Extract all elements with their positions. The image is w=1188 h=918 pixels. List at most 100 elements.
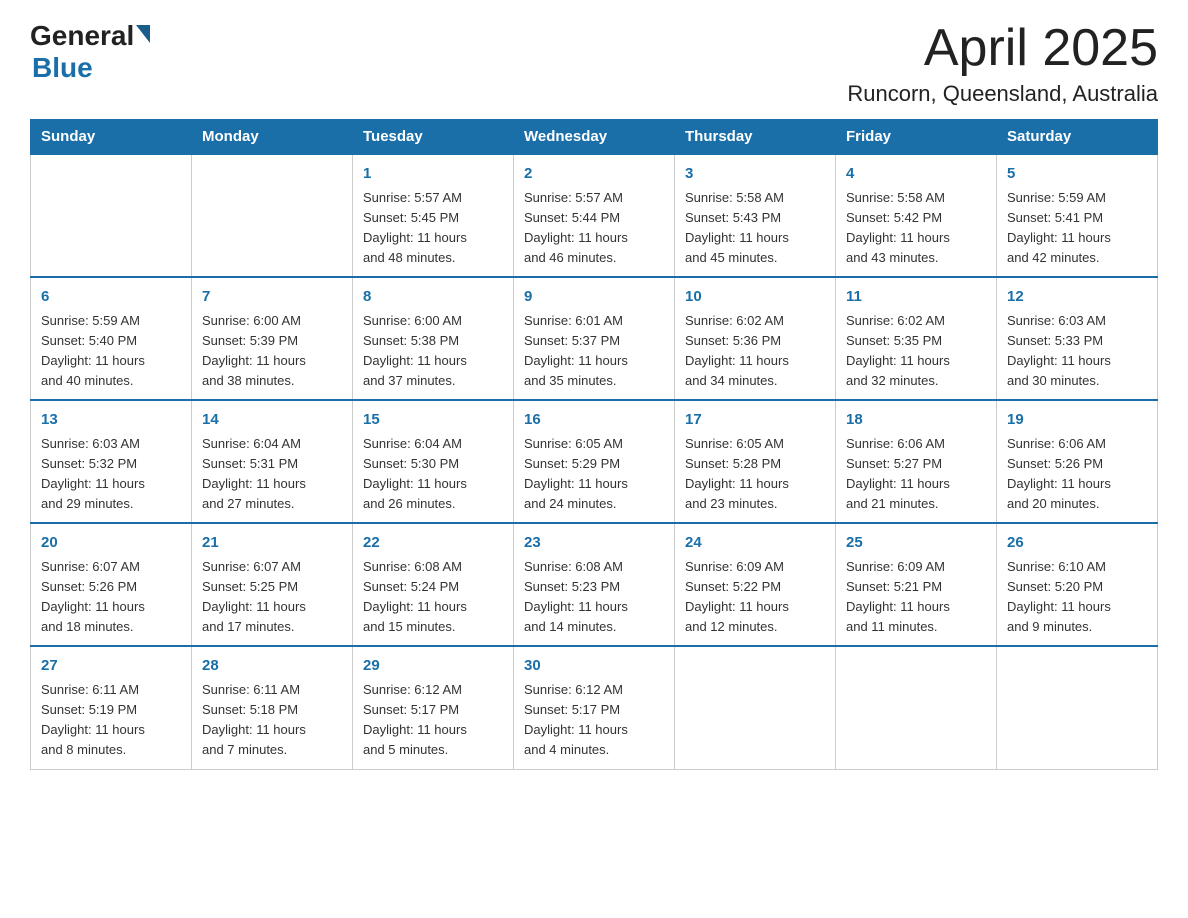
day-number: 26 [1007,532,1147,555]
day-number: 29 [363,655,503,678]
day-info: Sunrise: 5:57 AM Sunset: 5:45 PM Dayligh… [363,188,503,269]
day-info: Sunrise: 6:03 AM Sunset: 5:32 PM Dayligh… [41,434,181,515]
calendar-cell [836,646,997,769]
column-header-sunday: Sunday [31,120,192,155]
day-number: 11 [846,286,986,309]
day-info: Sunrise: 5:59 AM Sunset: 5:40 PM Dayligh… [41,311,181,392]
day-number: 13 [41,409,181,432]
day-info: Sunrise: 5:59 AM Sunset: 5:41 PM Dayligh… [1007,188,1147,269]
calendar-cell: 5Sunrise: 5:59 AM Sunset: 5:41 PM Daylig… [997,154,1158,277]
column-header-thursday: Thursday [675,120,836,155]
day-number: 7 [202,286,342,309]
day-info: Sunrise: 6:11 AM Sunset: 5:19 PM Dayligh… [41,680,181,761]
column-header-wednesday: Wednesday [514,120,675,155]
calendar-cell: 18Sunrise: 6:06 AM Sunset: 5:27 PM Dayli… [836,400,997,523]
day-info: Sunrise: 6:09 AM Sunset: 5:22 PM Dayligh… [685,557,825,638]
day-info: Sunrise: 6:04 AM Sunset: 5:31 PM Dayligh… [202,434,342,515]
page-subtitle: Runcorn, Queensland, Australia [847,81,1158,107]
day-number: 16 [524,409,664,432]
calendar-cell: 13Sunrise: 6:03 AM Sunset: 5:32 PM Dayli… [31,400,192,523]
day-number: 20 [41,532,181,555]
day-number: 2 [524,163,664,186]
calendar-cell: 24Sunrise: 6:09 AM Sunset: 5:22 PM Dayli… [675,523,836,646]
day-info: Sunrise: 6:00 AM Sunset: 5:39 PM Dayligh… [202,311,342,392]
calendar-cell: 29Sunrise: 6:12 AM Sunset: 5:17 PM Dayli… [353,646,514,769]
day-number: 12 [1007,286,1147,309]
calendar-cell: 15Sunrise: 6:04 AM Sunset: 5:30 PM Dayli… [353,400,514,523]
page-header: General Blue April 2025 Runcorn, Queensl… [30,20,1158,107]
calendar-cell: 23Sunrise: 6:08 AM Sunset: 5:23 PM Dayli… [514,523,675,646]
calendar-cell [997,646,1158,769]
calendar-cell: 28Sunrise: 6:11 AM Sunset: 5:18 PM Dayli… [192,646,353,769]
column-header-monday: Monday [192,120,353,155]
day-number: 27 [41,655,181,678]
calendar-cell: 27Sunrise: 6:11 AM Sunset: 5:19 PM Dayli… [31,646,192,769]
day-info: Sunrise: 6:05 AM Sunset: 5:28 PM Dayligh… [685,434,825,515]
logo-blue-text: Blue [32,52,93,83]
day-info: Sunrise: 5:58 AM Sunset: 5:43 PM Dayligh… [685,188,825,269]
week-row-4: 20Sunrise: 6:07 AM Sunset: 5:26 PM Dayli… [31,523,1158,646]
day-number: 6 [41,286,181,309]
day-info: Sunrise: 5:57 AM Sunset: 5:44 PM Dayligh… [524,188,664,269]
day-info: Sunrise: 6:06 AM Sunset: 5:27 PM Dayligh… [846,434,986,515]
day-number: 8 [363,286,503,309]
day-number: 18 [846,409,986,432]
day-number: 22 [363,532,503,555]
day-info: Sunrise: 6:09 AM Sunset: 5:21 PM Dayligh… [846,557,986,638]
day-number: 3 [685,163,825,186]
day-info: Sunrise: 6:12 AM Sunset: 5:17 PM Dayligh… [524,680,664,761]
calendar-cell: 22Sunrise: 6:08 AM Sunset: 5:24 PM Dayli… [353,523,514,646]
day-info: Sunrise: 6:10 AM Sunset: 5:20 PM Dayligh… [1007,557,1147,638]
logo-arrow-icon [136,25,150,43]
day-number: 15 [363,409,503,432]
day-info: Sunrise: 6:04 AM Sunset: 5:30 PM Dayligh… [363,434,503,515]
day-number: 28 [202,655,342,678]
day-number: 24 [685,532,825,555]
column-header-saturday: Saturday [997,120,1158,155]
calendar-cell: 26Sunrise: 6:10 AM Sunset: 5:20 PM Dayli… [997,523,1158,646]
week-row-5: 27Sunrise: 6:11 AM Sunset: 5:19 PM Dayli… [31,646,1158,769]
day-info: Sunrise: 6:07 AM Sunset: 5:25 PM Dayligh… [202,557,342,638]
calendar-cell: 11Sunrise: 6:02 AM Sunset: 5:35 PM Dayli… [836,277,997,400]
calendar-cell: 6Sunrise: 5:59 AM Sunset: 5:40 PM Daylig… [31,277,192,400]
day-number: 5 [1007,163,1147,186]
week-row-2: 6Sunrise: 5:59 AM Sunset: 5:40 PM Daylig… [31,277,1158,400]
calendar-cell: 19Sunrise: 6:06 AM Sunset: 5:26 PM Dayli… [997,400,1158,523]
day-info: Sunrise: 6:07 AM Sunset: 5:26 PM Dayligh… [41,557,181,638]
calendar-cell: 2Sunrise: 5:57 AM Sunset: 5:44 PM Daylig… [514,154,675,277]
day-number: 1 [363,163,503,186]
day-number: 14 [202,409,342,432]
calendar-cell: 14Sunrise: 6:04 AM Sunset: 5:31 PM Dayli… [192,400,353,523]
calendar-cell: 17Sunrise: 6:05 AM Sunset: 5:28 PM Dayli… [675,400,836,523]
calendar-header-row: SundayMondayTuesdayWednesdayThursdayFrid… [31,120,1158,155]
day-number: 4 [846,163,986,186]
day-number: 17 [685,409,825,432]
calendar-cell: 3Sunrise: 5:58 AM Sunset: 5:43 PM Daylig… [675,154,836,277]
title-area: April 2025 Runcorn, Queensland, Australi… [847,20,1158,107]
calendar-cell: 8Sunrise: 6:00 AM Sunset: 5:38 PM Daylig… [353,277,514,400]
day-info: Sunrise: 6:02 AM Sunset: 5:35 PM Dayligh… [846,311,986,392]
day-info: Sunrise: 5:58 AM Sunset: 5:42 PM Dayligh… [846,188,986,269]
day-info: Sunrise: 6:03 AM Sunset: 5:33 PM Dayligh… [1007,311,1147,392]
day-info: Sunrise: 6:01 AM Sunset: 5:37 PM Dayligh… [524,311,664,392]
calendar-cell: 4Sunrise: 5:58 AM Sunset: 5:42 PM Daylig… [836,154,997,277]
logo-general-text: General [30,20,134,52]
day-info: Sunrise: 6:08 AM Sunset: 5:23 PM Dayligh… [524,557,664,638]
calendar-cell [192,154,353,277]
column-header-tuesday: Tuesday [353,120,514,155]
logo: General Blue [30,20,150,84]
week-row-1: 1Sunrise: 5:57 AM Sunset: 5:45 PM Daylig… [31,154,1158,277]
day-number: 23 [524,532,664,555]
calendar-cell: 20Sunrise: 6:07 AM Sunset: 5:26 PM Dayli… [31,523,192,646]
calendar-cell: 9Sunrise: 6:01 AM Sunset: 5:37 PM Daylig… [514,277,675,400]
day-info: Sunrise: 6:06 AM Sunset: 5:26 PM Dayligh… [1007,434,1147,515]
calendar-cell: 25Sunrise: 6:09 AM Sunset: 5:21 PM Dayli… [836,523,997,646]
day-number: 21 [202,532,342,555]
calendar-cell: 12Sunrise: 6:03 AM Sunset: 5:33 PM Dayli… [997,277,1158,400]
day-number: 30 [524,655,664,678]
calendar-cell [31,154,192,277]
calendar-cell: 10Sunrise: 6:02 AM Sunset: 5:36 PM Dayli… [675,277,836,400]
calendar-cell [675,646,836,769]
day-info: Sunrise: 6:11 AM Sunset: 5:18 PM Dayligh… [202,680,342,761]
day-number: 25 [846,532,986,555]
